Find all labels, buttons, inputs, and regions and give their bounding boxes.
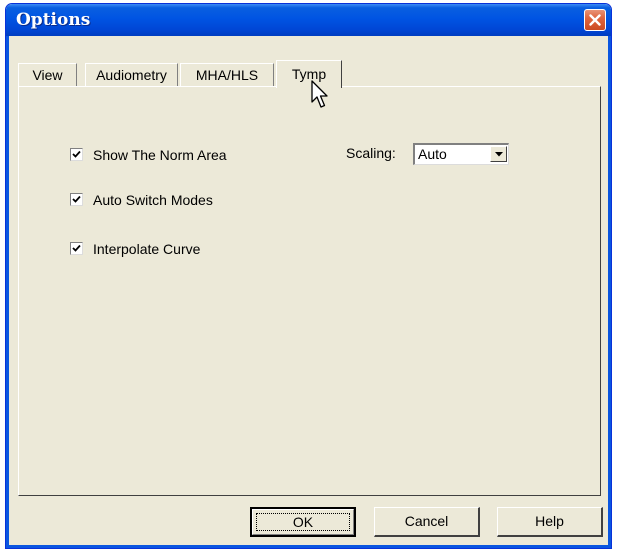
checkmark-icon bbox=[72, 150, 81, 158]
tab-view[interactable]: View bbox=[18, 63, 77, 86]
tymp-tab-panel: Show The Norm Area Auto Switch Modes Int… bbox=[18, 86, 601, 496]
interpolate-curve-checkbox[interactable] bbox=[70, 242, 83, 255]
chevron-down-icon bbox=[495, 152, 503, 157]
ok-button-label: OK bbox=[292, 514, 314, 530]
window-frame-bottom bbox=[6, 545, 611, 548]
interpolate-curve-option[interactable]: Interpolate Curve bbox=[70, 240, 290, 258]
show-norm-area-option[interactable]: Show The Norm Area bbox=[70, 146, 290, 164]
tab-audiometry[interactable]: Audiometry bbox=[85, 63, 178, 86]
checkmark-icon bbox=[72, 244, 81, 252]
title-bar[interactable]: Options bbox=[6, 4, 611, 36]
auto-switch-modes-label: Auto Switch Modes bbox=[93, 192, 213, 208]
help-button[interactable]: Help bbox=[497, 507, 603, 537]
window-frame-right bbox=[608, 36, 611, 548]
mouse-pointer-icon bbox=[311, 80, 328, 108]
close-button[interactable] bbox=[584, 9, 606, 31]
tab-tymp[interactable]: Tymp bbox=[276, 60, 342, 88]
cancel-button[interactable]: Cancel bbox=[374, 507, 480, 537]
auto-switch-modes-checkbox[interactable] bbox=[70, 193, 83, 206]
cancel-button-label: Cancel bbox=[404, 513, 449, 529]
help-button-label: Help bbox=[535, 513, 564, 529]
tab-mha-hls[interactable]: MHA/HLS bbox=[180, 63, 274, 86]
interpolate-curve-label: Interpolate Curve bbox=[93, 241, 201, 257]
auto-switch-modes-option[interactable]: Auto Switch Modes bbox=[70, 191, 290, 209]
show-norm-area-checkbox[interactable] bbox=[70, 148, 83, 161]
checkmark-icon bbox=[72, 195, 81, 203]
scaling-label: Scaling: bbox=[346, 145, 396, 161]
scaling-dropdown-button[interactable] bbox=[490, 146, 507, 162]
window-frame-left bbox=[6, 36, 9, 548]
close-icon bbox=[589, 14, 601, 26]
scaling-select[interactable]: Auto bbox=[413, 143, 509, 165]
ok-button[interactable]: OK bbox=[250, 507, 356, 537]
window-title: Options bbox=[16, 10, 91, 30]
scaling-select-value: Auto bbox=[418, 146, 447, 162]
show-norm-area-label: Show The Norm Area bbox=[93, 147, 227, 163]
